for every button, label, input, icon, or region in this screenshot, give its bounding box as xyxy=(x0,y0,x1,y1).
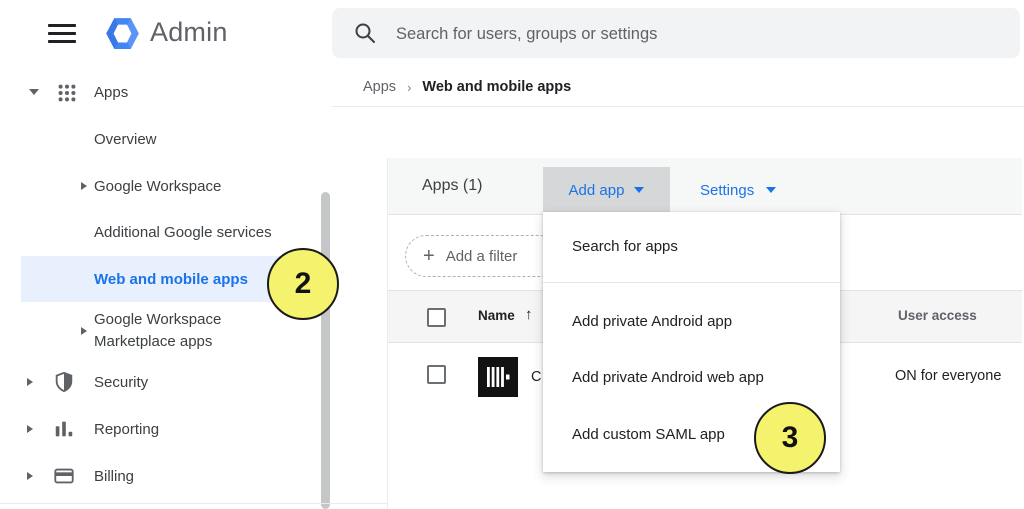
breadcrumb-parent[interactable]: Apps xyxy=(363,79,396,95)
chevron-right-icon[interactable] xyxy=(27,425,33,433)
plus-icon: + xyxy=(423,245,435,268)
admin-logo-icon xyxy=(103,14,142,58)
add-app-button[interactable]: Add app xyxy=(543,167,670,213)
breadcrumb: Apps › Web and mobile apps xyxy=(363,79,571,95)
chevron-right-icon[interactable] xyxy=(81,327,87,335)
app-icon xyxy=(478,357,518,402)
sidebar-item-web-and-mobile-apps[interactable]: Web and mobile apps xyxy=(21,256,291,302)
menu-item-add-private-android-app[interactable]: Add private Android app xyxy=(543,301,840,343)
sidebar-item-apps[interactable] xyxy=(29,89,39,95)
global-search xyxy=(332,8,1020,58)
chevron-down-icon xyxy=(29,89,39,95)
shield-icon xyxy=(53,371,75,398)
search-input[interactable] xyxy=(394,8,998,60)
settings-button[interactable]: Settings xyxy=(700,167,776,213)
sidebar-label-web-and-mobile-apps: Web and mobile apps xyxy=(94,271,248,288)
chevron-right-icon[interactable] xyxy=(81,182,87,190)
credit-card-icon xyxy=(53,465,75,492)
user-access-value: ON for everyone xyxy=(895,368,1001,384)
sort-ascending-icon[interactable]: ↑ xyxy=(525,306,533,323)
google-admin-console: Admin Apps › Web and mobile apps Apps Ov… xyxy=(0,0,1024,509)
chevron-down-icon xyxy=(634,187,644,193)
divider xyxy=(332,106,1024,107)
bar-chart-icon xyxy=(53,418,75,445)
select-all-checkbox[interactable] xyxy=(427,308,446,327)
app-name: C xyxy=(531,369,541,385)
sidebar-item-additional-google-services[interactable]: Additional Google services xyxy=(94,224,272,241)
menu-icon[interactable] xyxy=(48,24,76,44)
column-header-name[interactable]: Name xyxy=(478,308,515,323)
sidebar-item-security[interactable]: Security xyxy=(94,374,148,391)
menu-item-search-for-apps[interactable]: Search for apps xyxy=(543,226,840,268)
add-filter-label: Add a filter xyxy=(446,248,518,265)
step-2-badge: 2 xyxy=(267,248,339,320)
chevron-right-icon: › xyxy=(407,80,411,95)
settings-label: Settings xyxy=(700,182,754,199)
breadcrumb-current: Web and mobile apps xyxy=(422,79,571,95)
sidebar-item-marketplace-apps[interactable]: Google Workspace Marketplace apps xyxy=(94,309,299,353)
divider xyxy=(543,282,840,283)
sidebar-item-reporting[interactable]: Reporting xyxy=(94,421,159,438)
sidebar-item-billing[interactable]: Billing xyxy=(94,468,134,485)
apps-count-title: Apps (1) xyxy=(422,158,482,214)
add-filter-chip[interactable]: + Add a filter xyxy=(405,235,561,277)
chevron-right-icon[interactable] xyxy=(27,472,33,480)
chevron-right-icon[interactable] xyxy=(27,378,33,386)
sidebar-label-apps[interactable]: Apps xyxy=(94,84,128,101)
row-checkbox[interactable] xyxy=(427,365,446,384)
add-app-label: Add app xyxy=(569,182,625,199)
chevron-down-icon xyxy=(766,187,776,193)
divider xyxy=(0,503,388,504)
column-header-user-access: User access xyxy=(898,308,977,323)
apps-toolbar: Apps (1) Add app Settings xyxy=(388,158,1022,215)
sidebar-scrollbar[interactable] xyxy=(321,192,330,509)
step-3-badge: 3 xyxy=(754,402,826,474)
menu-item-add-private-android-web-app[interactable]: Add private Android web app xyxy=(543,357,840,399)
brand-title: Admin xyxy=(150,17,228,48)
apps-grid-icon xyxy=(56,82,78,109)
sidebar-item-google-workspace[interactable]: Google Workspace xyxy=(94,178,221,195)
search-icon xyxy=(353,21,377,45)
sidebar-item-overview[interactable]: Overview xyxy=(94,131,157,148)
